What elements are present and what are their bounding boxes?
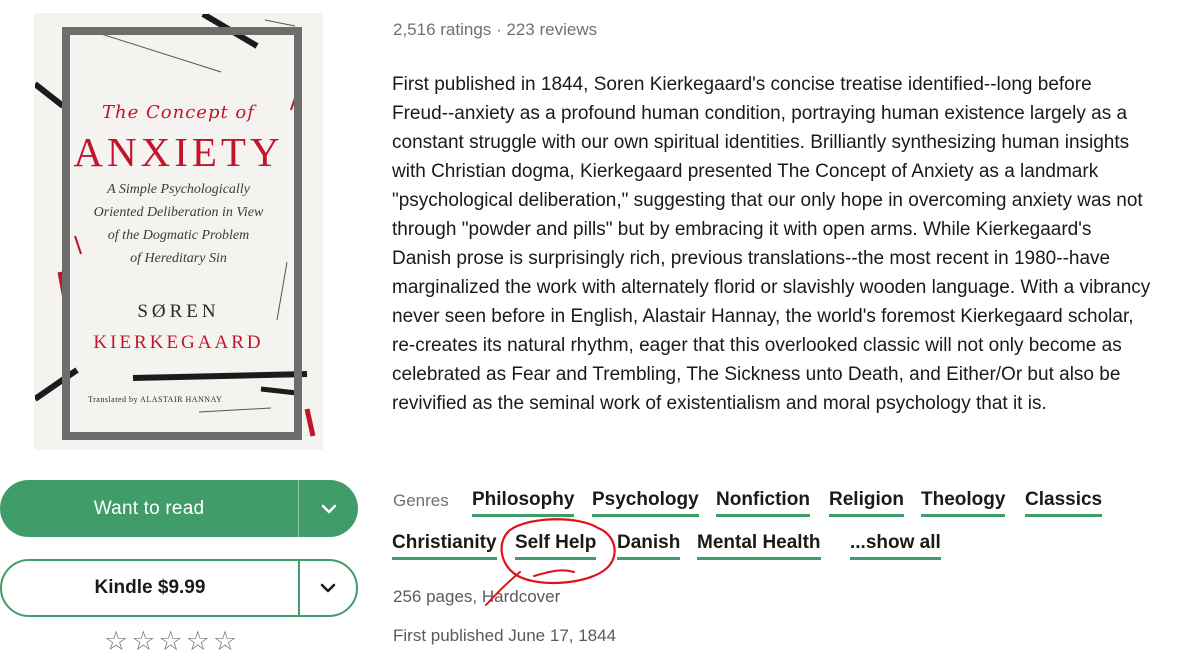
genre-mental-health[interactable]: Mental Health bbox=[697, 532, 821, 560]
cover-subtitle-line: A Simple Psychologically bbox=[107, 182, 250, 197]
genres-label: Genres bbox=[393, 491, 449, 510]
want-to-read-label[interactable]: Want to read bbox=[0, 498, 298, 520]
first-published-date: First published June 17, 1844 bbox=[393, 626, 617, 645]
genres-show-all-link[interactable]: ...show all bbox=[850, 532, 941, 560]
want-to-read-button[interactable]: Want to read bbox=[0, 480, 358, 537]
star-outline-icon[interactable]: ☆ bbox=[213, 628, 237, 655]
chevron-down-icon[interactable] bbox=[320, 583, 336, 593]
cover-subtitle: A Simple Psychologically Oriented Delibe… bbox=[35, 178, 322, 270]
star-outline-icon[interactable]: ☆ bbox=[158, 628, 182, 655]
kindle-dropdown[interactable] bbox=[300, 561, 356, 615]
cover-subtitle-line: of the Dogmatic Problem bbox=[107, 228, 250, 243]
kindle-buy-label[interactable]: Kindle $9.99 bbox=[2, 577, 298, 599]
cover-author-first: SØREN bbox=[137, 301, 220, 322]
genre-self-help[interactable]: Self Help bbox=[515, 532, 597, 560]
cover-translator: Translated by ALASTAIR HANNAY bbox=[88, 395, 223, 404]
pages-format: 256 pages, Hardcover bbox=[393, 587, 561, 606]
genre-theology[interactable]: Theology bbox=[921, 489, 1006, 517]
ratings-reviews-count[interactable]: 2,516 ratings · 223 reviews bbox=[393, 20, 597, 40]
star-outline-icon[interactable]: ☆ bbox=[131, 628, 155, 655]
genre-philosophy[interactable]: Philosophy bbox=[472, 489, 575, 517]
cover-author-last: KIERKEGAARD bbox=[93, 332, 264, 353]
want-to-read-dropdown[interactable] bbox=[299, 480, 358, 537]
rate-this-book[interactable]: ☆ ☆ ☆ ☆ ☆ bbox=[104, 628, 237, 655]
star-outline-icon[interactable]: ☆ bbox=[186, 628, 210, 655]
chevron-down-icon[interactable] bbox=[321, 504, 337, 514]
kindle-buy-button[interactable]: Kindle $9.99 bbox=[0, 559, 358, 617]
genre-classics[interactable]: Classics bbox=[1025, 489, 1103, 517]
book-description: First published in 1844, Soren Kierkegaa… bbox=[392, 74, 1151, 414]
book-cover[interactable]: The Concept of ANXIETY A Simple Psycholo… bbox=[35, 14, 322, 449]
genre-danish[interactable]: Danish bbox=[617, 532, 681, 560]
cover-pretitle: The Concept of bbox=[102, 102, 255, 123]
cover-title: ANXIETY bbox=[73, 129, 284, 175]
genre-religion[interactable]: Religion bbox=[829, 489, 904, 517]
genre-nonfiction[interactable]: Nonfiction bbox=[716, 489, 810, 517]
cover-subtitle-line: of Hereditary Sin bbox=[130, 251, 227, 266]
genre-christianity[interactable]: Christianity bbox=[392, 532, 497, 560]
genre-psychology[interactable]: Psychology bbox=[592, 489, 699, 517]
cover-subtitle-line: Oriented Deliberation in View bbox=[93, 205, 264, 220]
star-outline-icon[interactable]: ☆ bbox=[104, 628, 128, 655]
